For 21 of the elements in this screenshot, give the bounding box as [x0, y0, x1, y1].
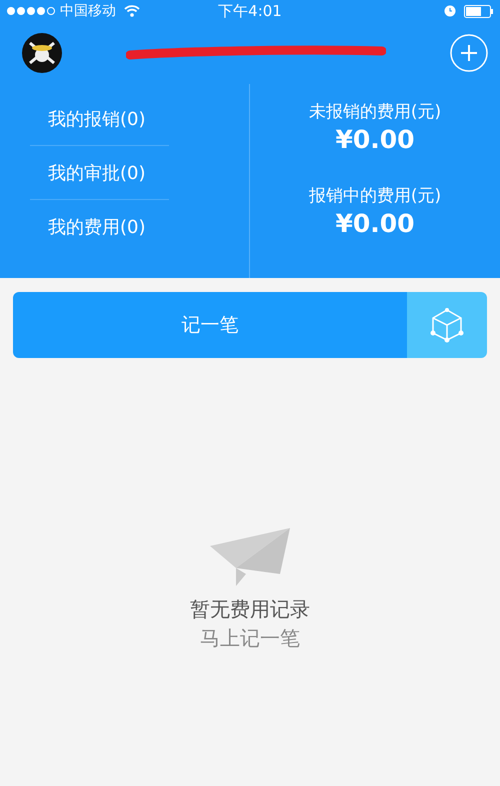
total-label: 未报销的费用(元) [308, 101, 442, 123]
scan-button[interactable] [407, 292, 487, 358]
alarm-icon [444, 5, 456, 17]
total-amount: ¥0.00 [335, 125, 415, 154]
total-label: 报销中的费用(元) [308, 185, 442, 207]
paper-plane-icon [210, 528, 290, 586]
add-icon[interactable] [450, 34, 488, 72]
battery-icon [464, 4, 494, 18]
empty-title: 暂无费用记录 [190, 596, 310, 623]
menu-item[interactable]: 我的审批(0) [30, 146, 169, 200]
cube-icon [429, 307, 465, 343]
avatar-icon[interactable] [22, 33, 62, 73]
menu-item[interactable]: 我的费用(0) [30, 200, 169, 253]
record-button[interactable]: 记一笔 [13, 292, 407, 358]
total-amount: ¥0.00 [335, 209, 415, 238]
carrier-name: 中国移动 [60, 2, 116, 20]
wifi-icon [124, 5, 140, 17]
empty-subtitle[interactable]: 马上记一笔 [200, 625, 300, 652]
signal-icon [6, 6, 56, 16]
status-time: 下午4:01 [218, 2, 282, 20]
menu-item[interactable]: 我的报销(0) [30, 92, 169, 146]
